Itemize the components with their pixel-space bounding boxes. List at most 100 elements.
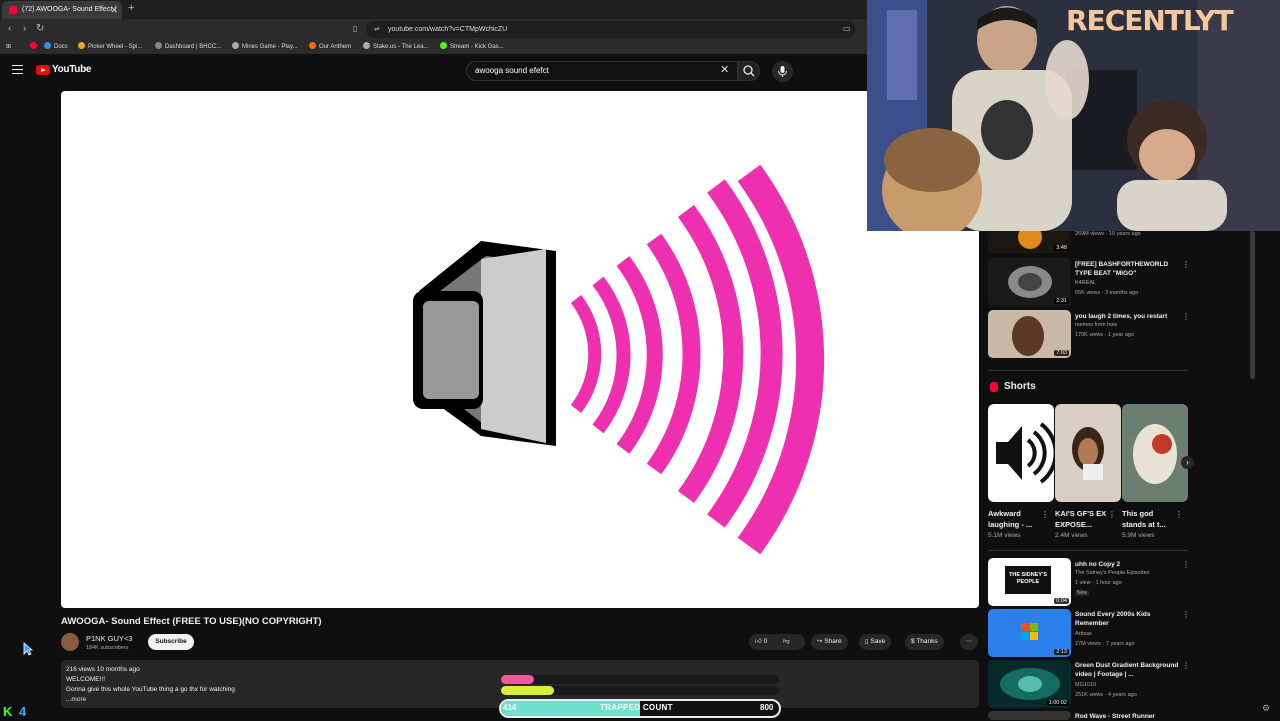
close-tab-icon[interactable]: ✕ (110, 1, 118, 19)
short-thumb-3[interactable] (1122, 404, 1188, 502)
description-line-2: Gonna give this whole YouTube thing a go… (66, 686, 235, 693)
scrollbar[interactable] (1250, 231, 1255, 379)
video-duration: 3:48 (1054, 245, 1069, 251)
sidebar-video-title[interactable]: Sound Every 2000s Kids Remember (1075, 610, 1180, 628)
more-vert-icon[interactable]: ⋮ (1182, 610, 1190, 619)
sidebar-channel[interactable]: K4REAL (1075, 280, 1096, 286)
channel-name[interactable]: P1NK GUY<3 (86, 634, 132, 643)
more-vert-icon[interactable]: ⋮ (1182, 312, 1190, 321)
sidebar-channel[interactable]: MG1010 (1075, 682, 1096, 688)
bookmark-kick[interactable]: Stream - Kick Gas... (440, 42, 504, 53)
channel-avatar[interactable] (61, 633, 79, 651)
save-label: Save (870, 638, 886, 645)
sidebar-thumb-4[interactable]: THE SIDNEY'S PEOPLE 0:04 (988, 558, 1071, 606)
short-title[interactable]: KAI'S GF'S EX EXPOSE... (1055, 508, 1111, 530)
like-button[interactable]: 👍︎ 0 (755, 638, 767, 645)
pink-progress-track (501, 675, 779, 684)
sidebar-video-title[interactable]: [FREE] BASHFORTHEWORLD TYPE BEAT "MIGO" (1075, 260, 1180, 278)
sidebar-video-title[interactable]: Green Dust Gradient Background video | F… (1075, 661, 1180, 679)
kick-logo-icon: K (3, 704, 13, 719)
short-title[interactable]: This god stands at t... (1122, 508, 1178, 530)
pink-progress-bar (501, 675, 535, 684)
more-vert-icon[interactable]: ⋮ (1175, 510, 1183, 519)
sidebar-video-title[interactable]: you laugh 2 times, you restart (1075, 312, 1180, 321)
description-stats: 216 views 10 months ago (66, 666, 140, 673)
menu-icon[interactable] (12, 65, 23, 74)
bookmark-youtube-icon[interactable] (30, 42, 40, 53)
description-line-1: WELCOME!!! (66, 676, 106, 683)
video-title: AWOOGA- Sound Effect (FREE TO USE)(NO CO… (61, 616, 322, 627)
dislike-button[interactable]: 👎︎ (783, 638, 790, 645)
subscribe-button[interactable]: Subscribe (148, 634, 194, 650)
sidebar-channel[interactable]: Artisax (1075, 631, 1092, 637)
thumb-text: THE SIDNEY'S PEOPLE (1005, 566, 1051, 594)
sidebar-thumb-6[interactable]: 1:00:02 (988, 660, 1071, 708)
video-player[interactable] (61, 91, 979, 608)
overlay-logo-icon: 4 (19, 704, 27, 719)
more-actions-button[interactable]: ⋯ (960, 634, 978, 650)
sidebar-thumb-7[interactable] (988, 711, 1071, 720)
settings-gear-icon[interactable]: ⚙ (1262, 703, 1270, 714)
clear-search-icon[interactable]: ✕ (720, 63, 729, 76)
thumbs-down-icon: 👎︎ (783, 638, 790, 645)
thumb-image (996, 422, 1054, 484)
sidebar-thumb-2[interactable]: 2:31 (988, 258, 1071, 306)
share-button[interactable]: ↪ Share (811, 634, 848, 650)
bookmark-picker-wheel[interactable]: Picker Wheel - Spi... (78, 42, 142, 53)
browser-tab[interactable]: (72) AWOOGA- Sound Effect ( ✕ (2, 1, 122, 19)
shorts-heading: Shorts (1004, 381, 1036, 392)
sidebar-video-title[interactable]: uhh no Copy 2 (1075, 560, 1180, 569)
thanks-button[interactable]: $ Thanks (905, 634, 944, 650)
thumb-image (1072, 427, 1104, 480)
share-label: Share (824, 638, 842, 645)
apps-grid-icon[interactable]: ⊞ (6, 42, 11, 53)
more-vert-icon[interactable]: ⋮ (1182, 560, 1190, 569)
shorts-next-button[interactable]: › (1181, 456, 1194, 469)
save-button[interactable]: ▯ Save (859, 634, 892, 650)
bookmark-dashboard[interactable]: Dashboard | BHCC... (155, 42, 221, 53)
short-views: 5.1M views (988, 532, 1021, 539)
new-tab-icon[interactable]: + (128, 2, 134, 14)
mouse-cursor-icon (23, 642, 33, 656)
sidebar-channel[interactable]: The Sidney's People Episodes (1075, 570, 1149, 576)
more-vert-icon[interactable]: ⋮ (1041, 510, 1049, 519)
more-horizontal-icon: ⋯ (965, 638, 973, 645)
sidebar-thumb-3[interactable]: 7:03 (988, 310, 1071, 358)
save-icon: ▯ (865, 638, 869, 645)
cast-icon[interactable]: ▭ (843, 24, 851, 33)
more-vert-icon[interactable]: ⋮ (1108, 510, 1116, 519)
sidebar-meta: 251K views · 4 years ago (1075, 692, 1137, 698)
sidebar-thumb-5[interactable]: 2:13 (988, 609, 1071, 657)
forward-icon[interactable]: › (23, 23, 26, 34)
youtube-favicon-icon (9, 6, 17, 14)
description-more-link[interactable]: ...more (66, 696, 86, 703)
bookmark-docs[interactable]: Docs (44, 42, 68, 53)
new-badge: New (1075, 590, 1090, 596)
bookmark-mines-game[interactable]: Mines Game - Play... (232, 42, 298, 53)
more-vert-icon[interactable]: ⋮ (1182, 661, 1190, 670)
bookmark-stake[interactable]: Stake.us - The Lea... (363, 42, 429, 53)
reload-icon[interactable]: ↻ (36, 23, 44, 34)
bookmark-our-anthem[interactable]: Our Anthem (309, 42, 351, 53)
sidebar-thumb-1[interactable]: 3:48 (988, 231, 1071, 253)
short-thumb-2[interactable] (1055, 404, 1121, 502)
thumb-image (1133, 424, 1177, 484)
short-title[interactable]: Awkward laughing - ... (988, 508, 1044, 530)
divider (988, 370, 1188, 371)
voice-search-button[interactable] (772, 61, 793, 82)
more-vert-icon[interactable]: ⋮ (1182, 260, 1190, 269)
short-thumb-1[interactable] (988, 404, 1054, 502)
youtube-logo-text[interactable]: YouTube (52, 64, 92, 75)
search-button[interactable] (738, 61, 760, 81)
thanks-icon: $ (911, 638, 915, 645)
divider (988, 550, 1188, 551)
sidebar-meta: 269M views · 10 years ago (1075, 231, 1141, 237)
youtube-logo-icon[interactable] (36, 65, 50, 75)
search-input[interactable]: awooga sound efefct (466, 61, 738, 81)
address-bar[interactable]: ⇌ youtube.com/watch?v=CTMpWchicZU (366, 21, 856, 38)
sidebar-channel[interactable]: memes from hole (1075, 322, 1118, 328)
bookmark-icon[interactable]: ▯ (353, 24, 357, 33)
short-views: 5.9M views (1122, 532, 1155, 539)
site-info-icon[interactable]: ⇌ (374, 21, 380, 38)
back-icon[interactable]: ‹ (8, 23, 11, 34)
